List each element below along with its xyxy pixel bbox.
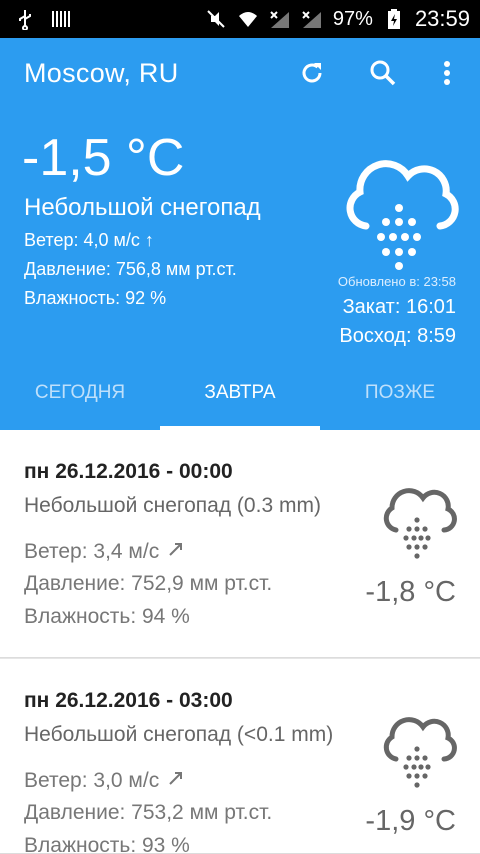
current-weather-header: Moscow, RU -1,5 °C Небольшой снегопад Ве… <box>0 38 480 430</box>
wind-direction-icon <box>169 543 183 556</box>
barcode-icon <box>52 11 70 27</box>
forecast-list[interactable]: пн 26.12.2016 - 00:00 Небольшой снегопад… <box>0 430 480 854</box>
forecast-wind-row: Ветер: 3,0 м/с <box>24 769 185 793</box>
cloud-snow-icon <box>383 488 457 559</box>
forecast-temperature: -1,8 °C <box>365 576 456 608</box>
forecast-description: Небольшой снегопад (0.3 mm) <box>24 494 321 517</box>
tab-later[interactable]: ПОЗЖЕ <box>320 368 480 430</box>
forecast-temperature: -1,9 °C <box>365 805 456 837</box>
forecast-humidity: Влажность: 93 % <box>24 834 190 854</box>
forecast-date: пн 26.12.2016 - 00:00 <box>24 460 233 483</box>
signal-icon-2 <box>302 11 321 28</box>
current-wind: Ветер: 4,0 м/с ↑ <box>24 230 154 250</box>
wind-direction-icon <box>169 772 183 785</box>
current-humidity: Влажность: 92 % <box>24 288 167 308</box>
forecast-pressure: Давление: 752,9 мм рт.ст. <box>24 572 273 595</box>
battery-charging-icon <box>387 9 400 29</box>
usb-icon <box>19 10 31 30</box>
current-description: Небольшой снегопад <box>24 194 261 221</box>
wifi-icon <box>238 12 257 27</box>
forecast-wind: Ветер: 3,0 м/с <box>24 769 160 792</box>
search-icon <box>370 60 396 86</box>
more-vert-icon <box>444 61 450 85</box>
refresh-button[interactable] <box>295 56 329 90</box>
forecast-wind: Ветер: 3,4 м/с <box>24 540 160 563</box>
day-tabs: СЕГОДНЯ ЗАВТРА ПОЗЖЕ <box>0 368 480 430</box>
forecast-date: пн 26.12.2016 - 03:00 <box>24 689 233 712</box>
current-pressure: Давление: 756,8 мм рт.ст. <box>24 259 237 279</box>
more-options-button[interactable] <box>430 56 464 90</box>
current-temperature: -1,5 °C <box>22 129 185 187</box>
forecast-pressure: Давление: 753,2 мм рт.ст. <box>24 801 273 824</box>
status-bar: 97% 23:59 <box>0 0 480 38</box>
updated-time: Обновлено в: 23:58 <box>337 274 456 289</box>
search-button[interactable] <box>366 56 400 90</box>
forecast-humidity: Влажность: 94 % <box>24 605 190 628</box>
forecast-wind-row: Ветер: 3,4 м/с <box>24 540 185 564</box>
battery-percent: 97% <box>332 7 373 30</box>
cloud-snow-icon <box>383 717 457 788</box>
city-title: Moscow, RU <box>24 58 179 88</box>
forecast-description: Небольшой снегопад (<0.1 mm) <box>24 723 334 746</box>
sunrise-time: Восход: 8:59 <box>339 325 456 347</box>
forecast-item[interactable]: пн 26.12.2016 - 00:00 Небольшой снегопад… <box>0 430 480 658</box>
tab-tomorrow[interactable]: ЗАВТРА <box>160 368 320 430</box>
status-clock: 23:59 <box>414 6 470 31</box>
cloud-snow-icon <box>346 160 459 270</box>
mute-icon <box>207 10 225 28</box>
tab-today[interactable]: СЕГОДНЯ <box>0 368 160 430</box>
signal-icon-1 <box>270 11 289 28</box>
forecast-item[interactable]: пн 26.12.2016 - 03:00 Небольшой снегопад… <box>0 658 480 854</box>
sunset-time: Закат: 16:01 <box>342 296 456 318</box>
refresh-icon <box>302 63 322 83</box>
